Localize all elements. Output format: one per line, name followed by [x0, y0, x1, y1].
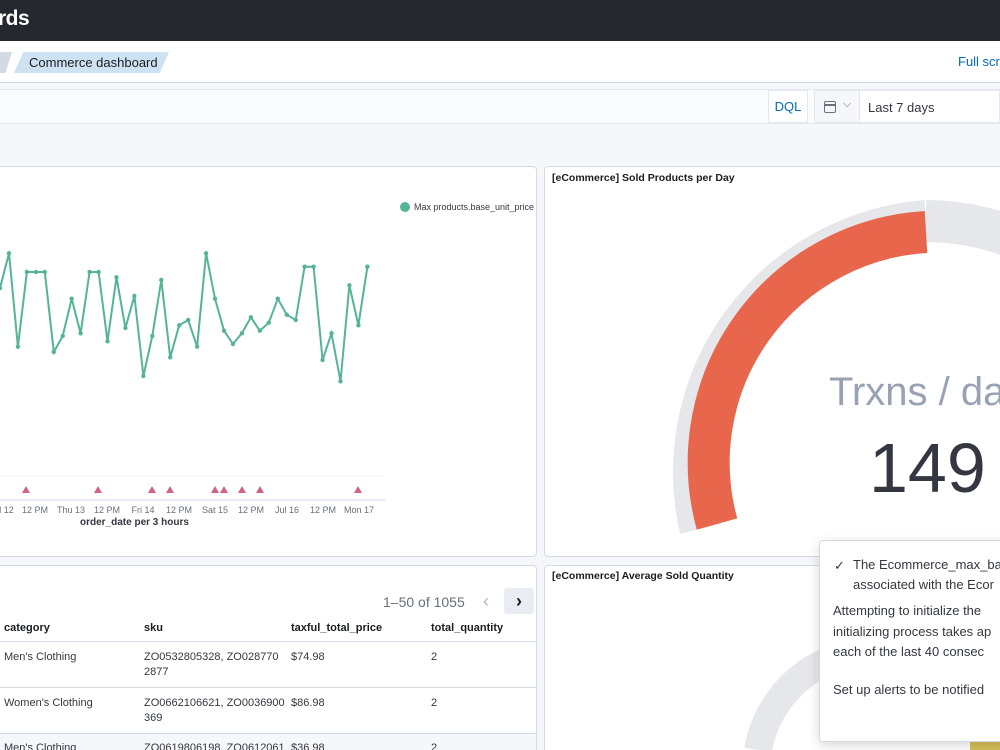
toast-line: Set up alerts to be notified: [833, 682, 985, 697]
toast-line: associated with the Ecor: [853, 577, 994, 592]
toast-line: initializing process takes ap: [833, 624, 992, 639]
toast-line: each of the last 40 consec: [833, 644, 985, 659]
notification-toast[interactable]: ✓ The Ecommerce_max_ba associated with t…: [819, 540, 1000, 742]
toast-line: The Ecommerce_max_ba: [853, 557, 1000, 572]
toast-line: Attempting to initialize the: [833, 603, 982, 618]
check-icon: ✓: [834, 558, 845, 573]
